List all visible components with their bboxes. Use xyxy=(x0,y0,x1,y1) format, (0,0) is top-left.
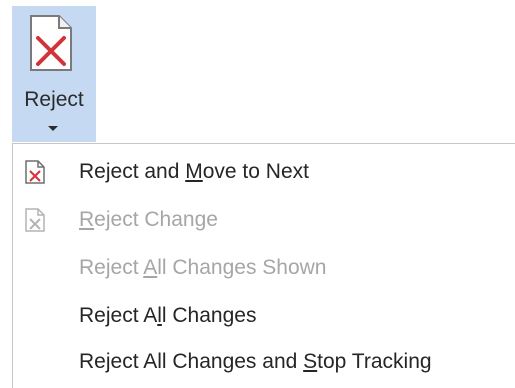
menu-item-reject-and-move-to-next[interactable]: Reject and Move to Next xyxy=(13,150,515,194)
reject-document-icon xyxy=(25,208,45,232)
reject-ribbon-button[interactable]: Reject xyxy=(12,6,96,142)
reject-document-icon xyxy=(25,160,45,184)
menu-item-label: Reject and Move to Next xyxy=(79,160,309,183)
menu-item-reject-change: Reject Change xyxy=(13,198,515,242)
reject-button-label: Reject xyxy=(24,88,84,111)
reject-dropdown-menu: Reject and Move to Next Reject Change Re… xyxy=(12,143,515,388)
menu-item-label: Reject All Changes xyxy=(79,304,257,327)
menu-item-reject-all-changes-and-stop-tracking[interactable]: Reject All Changes and Stop Tracking xyxy=(13,340,515,384)
dropdown-arrow-icon[interactable] xyxy=(48,126,58,131)
menu-item-label: Reject All Changes and Stop Tracking xyxy=(79,350,432,373)
menu-item-reject-all-changes[interactable]: Reject All Changes xyxy=(13,294,515,338)
menu-item-label: Reject All Changes Shown xyxy=(79,256,327,279)
menu-item-label: Reject Change xyxy=(79,208,218,231)
menu-item-reject-all-changes-shown: Reject All Changes Shown xyxy=(13,246,515,290)
reject-document-icon xyxy=(30,15,72,71)
